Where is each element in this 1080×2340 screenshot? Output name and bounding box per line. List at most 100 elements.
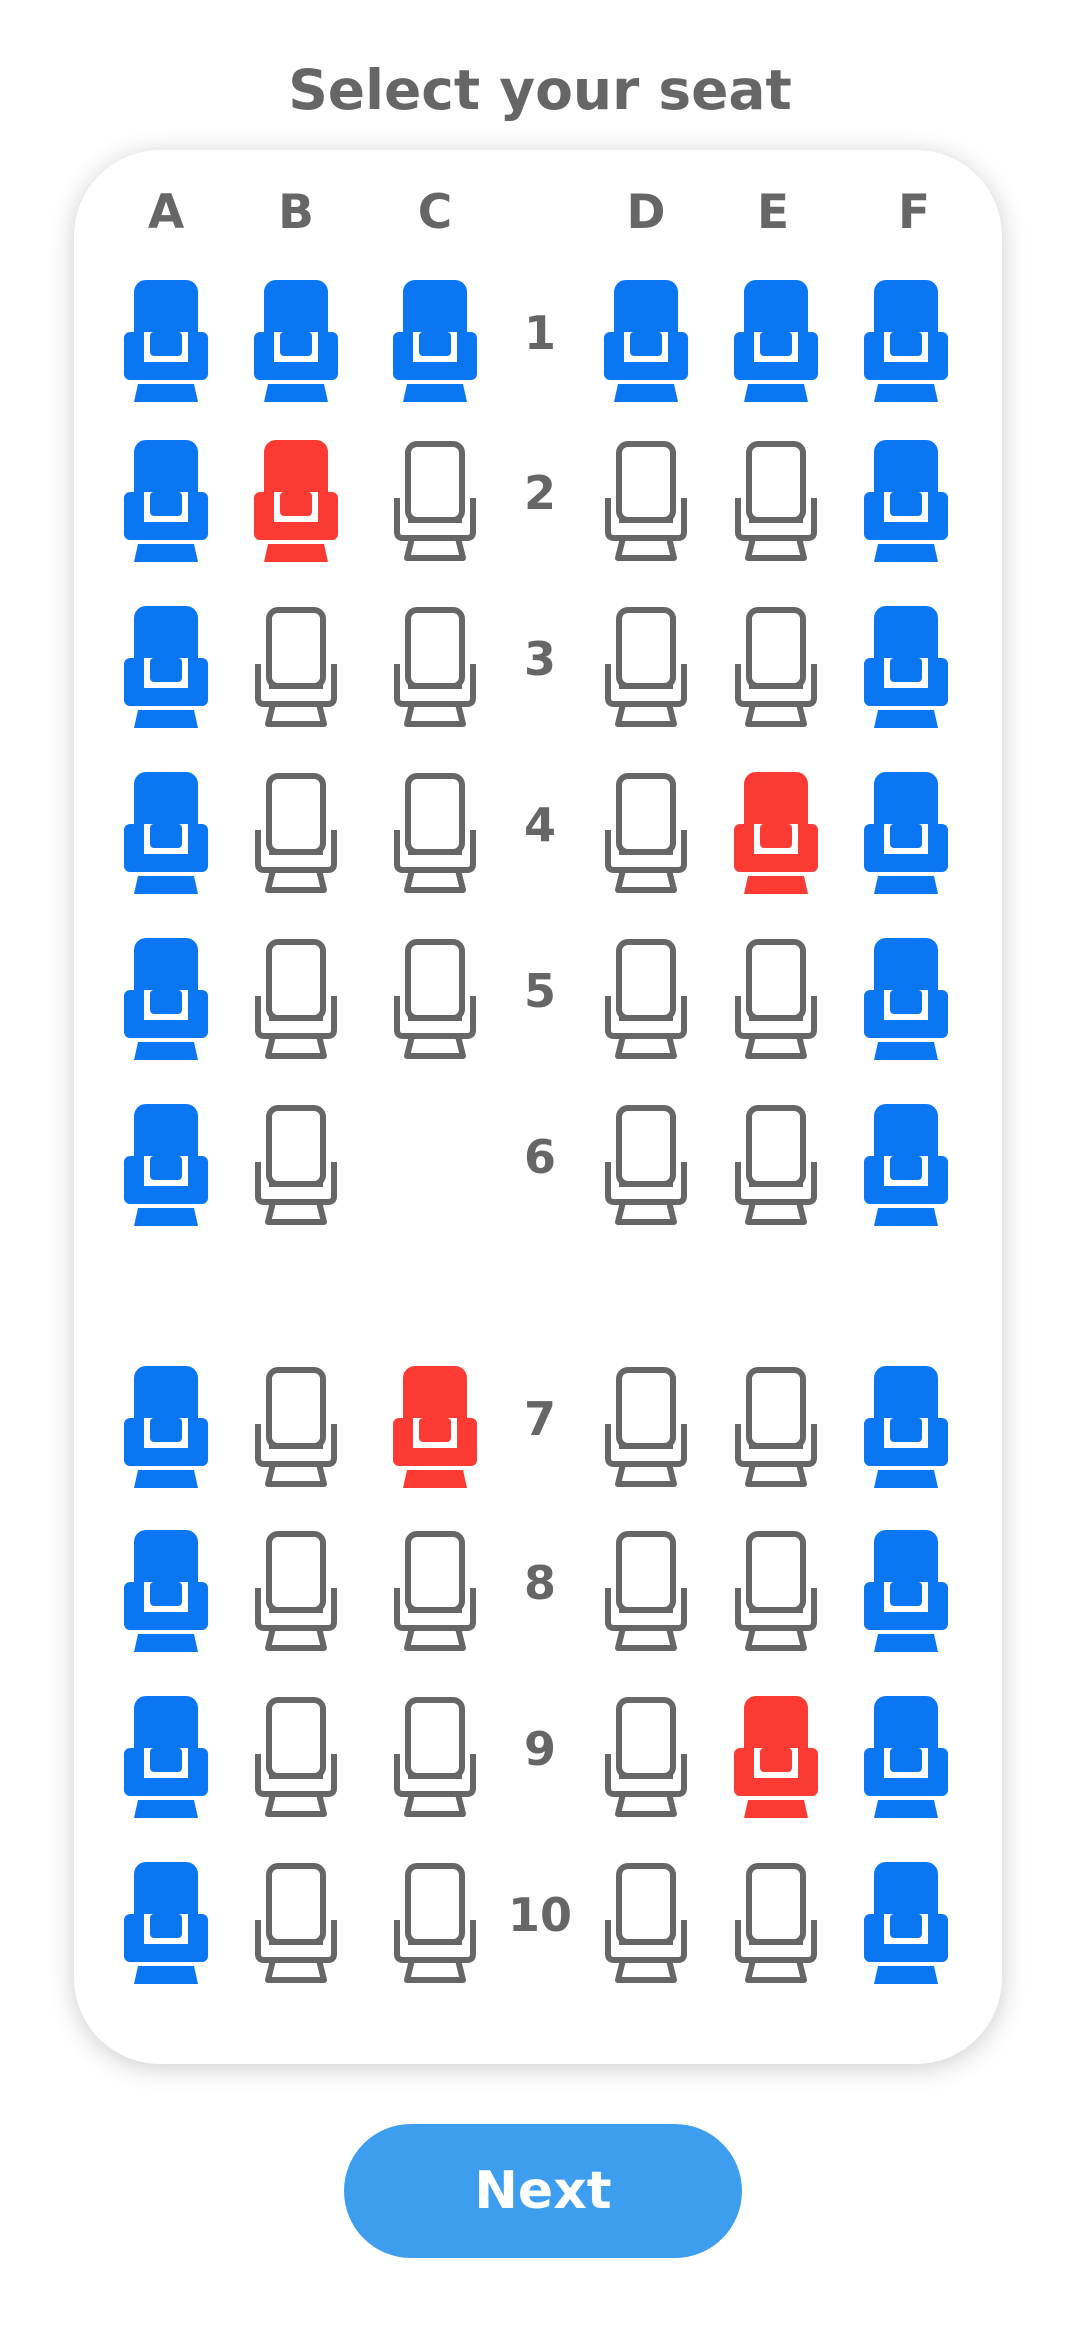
seat-1a[interactable] (124, 280, 208, 402)
seat-9b[interactable] (254, 1696, 338, 1818)
seat-3a[interactable] (124, 606, 208, 728)
seat-9f[interactable] (864, 1696, 948, 1818)
seat-outline-icon (393, 440, 477, 562)
seat-icon (864, 938, 948, 1060)
seat-1f[interactable] (864, 280, 948, 402)
seat-2e[interactable] (734, 440, 818, 562)
seat-icon (124, 1530, 208, 1652)
seat-icon (864, 772, 948, 894)
seat-1c[interactable] (393, 280, 477, 402)
seat-icon (124, 280, 208, 402)
seat-6e[interactable] (734, 1104, 818, 1226)
seat-outline-icon (393, 1696, 477, 1818)
seat-outline-icon (734, 1366, 818, 1488)
seat-icon (254, 280, 338, 402)
seat-8c[interactable] (393, 1530, 477, 1652)
seat-4d[interactable] (604, 772, 688, 894)
seat-10a[interactable] (124, 1862, 208, 1984)
seat-7b[interactable] (254, 1366, 338, 1488)
seat-8a[interactable] (124, 1530, 208, 1652)
column-label-b: B (278, 185, 314, 240)
seat-5f[interactable] (864, 938, 948, 1060)
seat-outline-icon (393, 772, 477, 894)
seat-4e[interactable] (734, 772, 818, 894)
seat-4c[interactable] (393, 772, 477, 894)
seat-6b[interactable] (254, 1104, 338, 1226)
next-button[interactable]: Next (344, 2124, 742, 2258)
seat-1d[interactable] (604, 280, 688, 402)
seat-5c[interactable] (393, 938, 477, 1060)
seat-7a[interactable] (124, 1366, 208, 1488)
seat-3e[interactable] (734, 606, 818, 728)
seat-10d[interactable] (604, 1862, 688, 1984)
seat-9a[interactable] (124, 1696, 208, 1818)
seat-icon (393, 1366, 477, 1488)
seat-3d[interactable] (604, 606, 688, 728)
seat-icon (864, 280, 948, 402)
seat-10c[interactable] (393, 1862, 477, 1984)
seat-outline-icon (734, 1104, 818, 1226)
seat-outline-icon (254, 772, 338, 894)
seat-2c[interactable] (393, 440, 477, 562)
seat-outline-icon (393, 606, 477, 728)
seat-1e[interactable] (734, 280, 818, 402)
seat-8e[interactable] (734, 1530, 818, 1652)
seat-5b[interactable] (254, 938, 338, 1060)
seat-4f[interactable] (864, 772, 948, 894)
seat-9d[interactable] (604, 1696, 688, 1818)
seat-5a[interactable] (124, 938, 208, 1060)
seat-icon (864, 1862, 948, 1984)
seat-6f[interactable] (864, 1104, 948, 1226)
seat-icon (734, 280, 818, 402)
seat-7c[interactable] (393, 1366, 477, 1488)
seat-outline-icon (604, 938, 688, 1060)
seat-outline-icon (254, 1696, 338, 1818)
seat-4b[interactable] (254, 772, 338, 894)
seat-1b[interactable] (254, 280, 338, 402)
seat-9e[interactable] (734, 1696, 818, 1818)
seat-5d[interactable] (604, 938, 688, 1060)
seat-outline-icon (604, 772, 688, 894)
seat-5e[interactable] (734, 938, 818, 1060)
seat-8f[interactable] (864, 1530, 948, 1652)
seat-icon (124, 1696, 208, 1818)
seat-7d[interactable] (604, 1366, 688, 1488)
seat-3f[interactable] (864, 606, 948, 728)
seat-outline-icon (604, 1696, 688, 1818)
row-number-5: 5 (523, 964, 556, 1018)
seat-2f[interactable] (864, 440, 948, 562)
seat-icon (124, 1366, 208, 1488)
seat-map-card (74, 150, 1002, 2064)
seat-outline-icon (604, 606, 688, 728)
seat-icon (124, 1104, 208, 1226)
seat-8b[interactable] (254, 1530, 338, 1652)
seat-6d[interactable] (604, 1104, 688, 1226)
seat-4a[interactable] (124, 772, 208, 894)
seat-2b[interactable] (254, 440, 338, 562)
seat-icon (254, 440, 338, 562)
seat-icon (124, 938, 208, 1060)
column-label-f: F (897, 185, 931, 240)
seat-10f[interactable] (864, 1862, 948, 1984)
seat-10e[interactable] (734, 1862, 818, 1984)
seat-3b[interactable] (254, 606, 338, 728)
seat-icon (604, 280, 688, 402)
row-number-9: 9 (523, 1722, 556, 1776)
column-label-c: C (417, 185, 453, 240)
seat-outline-icon (393, 1862, 477, 1984)
seat-9c[interactable] (393, 1696, 477, 1818)
seat-icon (734, 772, 818, 894)
seat-icon (124, 772, 208, 894)
seat-7e[interactable] (734, 1366, 818, 1488)
row-number-6: 6 (523, 1130, 556, 1184)
seat-7f[interactable] (864, 1366, 948, 1488)
seat-outline-icon (604, 440, 688, 562)
seat-2d[interactable] (604, 440, 688, 562)
seat-3c[interactable] (393, 606, 477, 728)
seat-10b[interactable] (254, 1862, 338, 1984)
seat-6a[interactable] (124, 1104, 208, 1226)
page-title: Select your seat (288, 58, 792, 122)
seat-2a[interactable] (124, 440, 208, 562)
seat-8d[interactable] (604, 1530, 688, 1652)
seat-icon (864, 1530, 948, 1652)
